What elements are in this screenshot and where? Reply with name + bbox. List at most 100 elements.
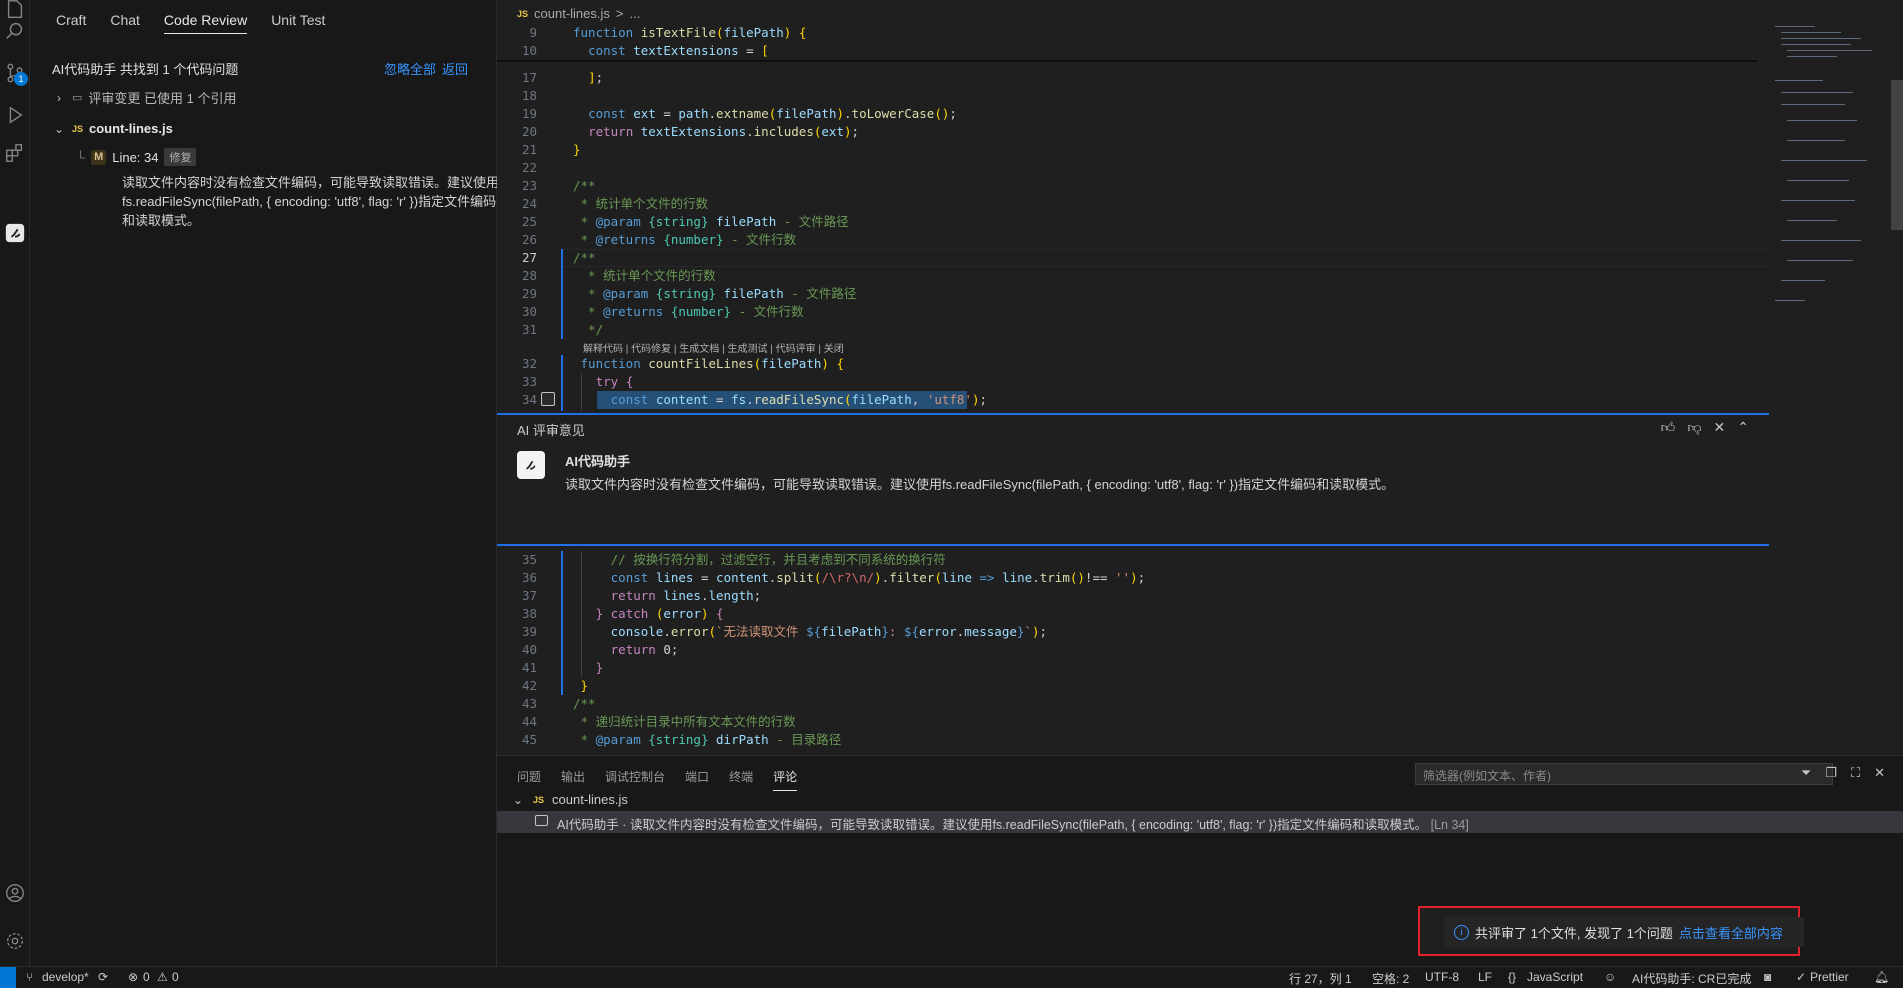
breadcrumb-separator: > bbox=[615, 6, 624, 21]
comment-row[interactable]: AI代码助手 · 读取文件内容时没有检查文件编码，可能导致读取错误。建议使用fs… bbox=[497, 811, 1903, 833]
check-icon: ✓ bbox=[1796, 970, 1807, 984]
remote-indicator[interactable] bbox=[0, 967, 16, 988]
js-file-icon: JS bbox=[72, 123, 84, 134]
breadcrumb-file[interactable]: count-lines.js bbox=[534, 6, 610, 21]
tab-craft[interactable]: Craft bbox=[56, 12, 86, 34]
warning-count[interactable]: 0 bbox=[172, 970, 179, 984]
status-bar: ⑂ develop* ⟳ ⊗ 0 ⚠ 0 行 27，列 1 空格: 2 UTF-… bbox=[0, 966, 1903, 988]
comment-icon bbox=[535, 815, 548, 826]
account-icon[interactable] bbox=[0, 878, 30, 908]
view-all-link[interactable]: 点击查看全部内容 bbox=[1679, 923, 1783, 942]
extensions-icon[interactable] bbox=[0, 138, 30, 168]
thumbs-up-icon[interactable]: 👍︎ bbox=[1661, 419, 1676, 436]
references-row[interactable]: › ▭ 评审变更 已使用 1 个引用 bbox=[52, 88, 236, 107]
tab-comments[interactable]: 评论 bbox=[773, 768, 798, 791]
ignore-all-button[interactable]: 忽略全部 bbox=[384, 59, 436, 78]
chevron-down-icon: ⌄ bbox=[53, 121, 65, 136]
settings-gear-icon[interactable] bbox=[0, 926, 30, 956]
assistant-status[interactable]: AI代码助手: CR已完成 bbox=[1632, 970, 1751, 987]
issue-line: Line: 34 bbox=[112, 149, 159, 165]
branch-icon: ⑂ bbox=[26, 970, 34, 984]
back-button[interactable]: 返回 bbox=[442, 59, 468, 78]
copilot-icon[interactable]: ☺ bbox=[1604, 970, 1616, 984]
branch-name[interactable]: develop* bbox=[42, 970, 89, 984]
tab-chat[interactable]: Chat bbox=[110, 12, 140, 34]
close-icon[interactable]: ✕ bbox=[1714, 419, 1726, 436]
ide-window: 1 Craft Chat Code Review Unit Test AI代码助… bbox=[0, 0, 1903, 988]
chevron-down-icon: ⌄ bbox=[512, 792, 524, 807]
indent-guide bbox=[581, 551, 582, 677]
ai-assistant-icon[interactable] bbox=[0, 218, 30, 248]
indent-guide bbox=[581, 373, 582, 411]
ai-icon[interactable]: ◙ bbox=[1764, 970, 1771, 984]
comment-file-name: count-lines.js bbox=[552, 792, 628, 807]
indent-setting[interactable]: 空格: 2 bbox=[1372, 970, 1409, 987]
maximize-panel-icon[interactable]: ⛶ bbox=[1851, 765, 1860, 781]
breadcrumb-more[interactable]: ... bbox=[629, 6, 640, 21]
filter-icon[interactable]: ⏷ bbox=[1801, 765, 1811, 781]
avatar bbox=[517, 451, 545, 479]
tab-code-review[interactable]: Code Review bbox=[163, 12, 248, 34]
code-review-sidebar: Craft Chat Code Review Unit Test AI代码助手 … bbox=[30, 0, 499, 966]
code-editor[interactable]: JS count-lines.js > ... 9 function isText… bbox=[497, 0, 1903, 755]
js-file-icon: JS bbox=[533, 794, 545, 805]
tab-debug-console[interactable]: 调试控制台 bbox=[605, 768, 665, 791]
tab-ports[interactable]: 端口 bbox=[685, 768, 709, 791]
scm-badge: 1 bbox=[14, 72, 28, 86]
comment-file-row[interactable]: ⌄ JS count-lines.js bbox=[511, 792, 628, 807]
indent-guide bbox=[561, 355, 563, 411]
activity-bar: 1 bbox=[0, 0, 30, 966]
file-tree-item[interactable]: ⌄ JS count-lines.js bbox=[52, 121, 173, 136]
sync-icon[interactable]: ⟳ bbox=[98, 970, 108, 984]
eol[interactable]: LF bbox=[1478, 970, 1492, 984]
zone-title: AI 评审意见 bbox=[517, 423, 585, 438]
error-count[interactable]: 0 bbox=[143, 970, 150, 984]
run-debug-icon[interactable] bbox=[0, 100, 30, 130]
encoding[interactable]: UTF-8 bbox=[1425, 970, 1459, 984]
warning-icon: ⚠ bbox=[157, 970, 168, 984]
issue-description: 读取文件内容时没有检查文件编码，可能导致读取错误。建议使用fs.readFile… bbox=[122, 175, 500, 228]
indent-guide bbox=[561, 551, 563, 695]
panel-tabs: 问题 输出 调试控制台 端口 终端 评论 bbox=[517, 768, 798, 791]
references-label: 评审变更 已使用 1 个引用 bbox=[88, 91, 237, 106]
tab-terminal[interactable]: 终端 bbox=[729, 768, 753, 791]
minimap[interactable] bbox=[1771, 20, 1901, 320]
indent-guide bbox=[561, 249, 563, 339]
references-icon: ▭ bbox=[72, 92, 83, 104]
ai-review-zone-widget: AI 评审意见 👍︎ 👎︎ ✕ ⌃ AI代码助手 读取文件内容时没有检查文件编码… bbox=[497, 413, 1769, 546]
collapse-all-icon[interactable]: ❐ bbox=[1825, 765, 1837, 781]
notification-highlight: i 共评审了 1个文件, 发现了 1个问题 点击查看全部内容 bbox=[1418, 906, 1804, 956]
prettier-status[interactable]: Prettier bbox=[1810, 970, 1849, 984]
editor-scrollbar[interactable] bbox=[1891, 80, 1903, 230]
comment-line-ref: [Ln 34] bbox=[1430, 818, 1469, 832]
current-line-highlight bbox=[557, 249, 1769, 267]
notification-toast[interactable]: i 共评审了 1个文件, 发现了 1个问题 点击查看全部内容 bbox=[1444, 917, 1804, 947]
file-name: count-lines.js bbox=[89, 121, 173, 136]
js-file-icon: JS bbox=[517, 8, 529, 19]
cursor-position[interactable]: 行 27，列 1 bbox=[1289, 970, 1352, 987]
bottom-panel: 问题 输出 调试控制台 端口 终端 评论 筛选器(例如文本、作者) ⏷ ❐ ⛶ … bbox=[497, 755, 1903, 966]
codelens-actions[interactable]: 解释代码 | 代码修复 | 生成文档 | 生成测试 | 代码评审 | 关闭 bbox=[583, 340, 844, 355]
source-control-icon[interactable]: 1 bbox=[0, 58, 30, 88]
notification-text: 共评审了 1个文件, 发现了 1个问题 bbox=[1475, 925, 1673, 941]
modified-badge: M bbox=[91, 149, 107, 165]
comment-glyph-icon[interactable] bbox=[541, 392, 555, 406]
tab-unit-test[interactable]: Unit Test bbox=[271, 12, 325, 34]
error-icon: ⊗ bbox=[128, 970, 139, 984]
close-panel-icon[interactable]: ✕ bbox=[1874, 765, 1885, 781]
tab-problems[interactable]: 问题 bbox=[517, 768, 541, 791]
collapse-icon[interactable]: ⌃ bbox=[1737, 419, 1749, 436]
issue-item[interactable]: └ M Line: 34 修复 bbox=[76, 148, 197, 166]
comment-filter-input[interactable]: 筛选器(例如文本、作者) bbox=[1415, 763, 1833, 785]
tree-connector: └ bbox=[76, 149, 86, 165]
chevron-right-icon: › bbox=[57, 90, 61, 105]
fix-tag[interactable]: 修复 bbox=[164, 148, 197, 166]
language-mode[interactable]: JavaScript bbox=[1527, 970, 1583, 984]
comment-author: AI代码助手 bbox=[557, 818, 619, 832]
zone-comment: 读取文件内容时没有检查文件编码，可能导致读取错误。建议使用fs.readFile… bbox=[565, 477, 1395, 492]
search-icon[interactable] bbox=[0, 16, 30, 46]
thumbs-down-icon[interactable]: 👎︎ bbox=[1687, 419, 1701, 436]
review-summary: AI代码助手 共找到 1 个代码问题 bbox=[52, 62, 239, 77]
tab-output[interactable]: 输出 bbox=[561, 768, 585, 791]
notifications-bell-icon[interactable]: 🔔︎ bbox=[1874, 970, 1889, 984]
